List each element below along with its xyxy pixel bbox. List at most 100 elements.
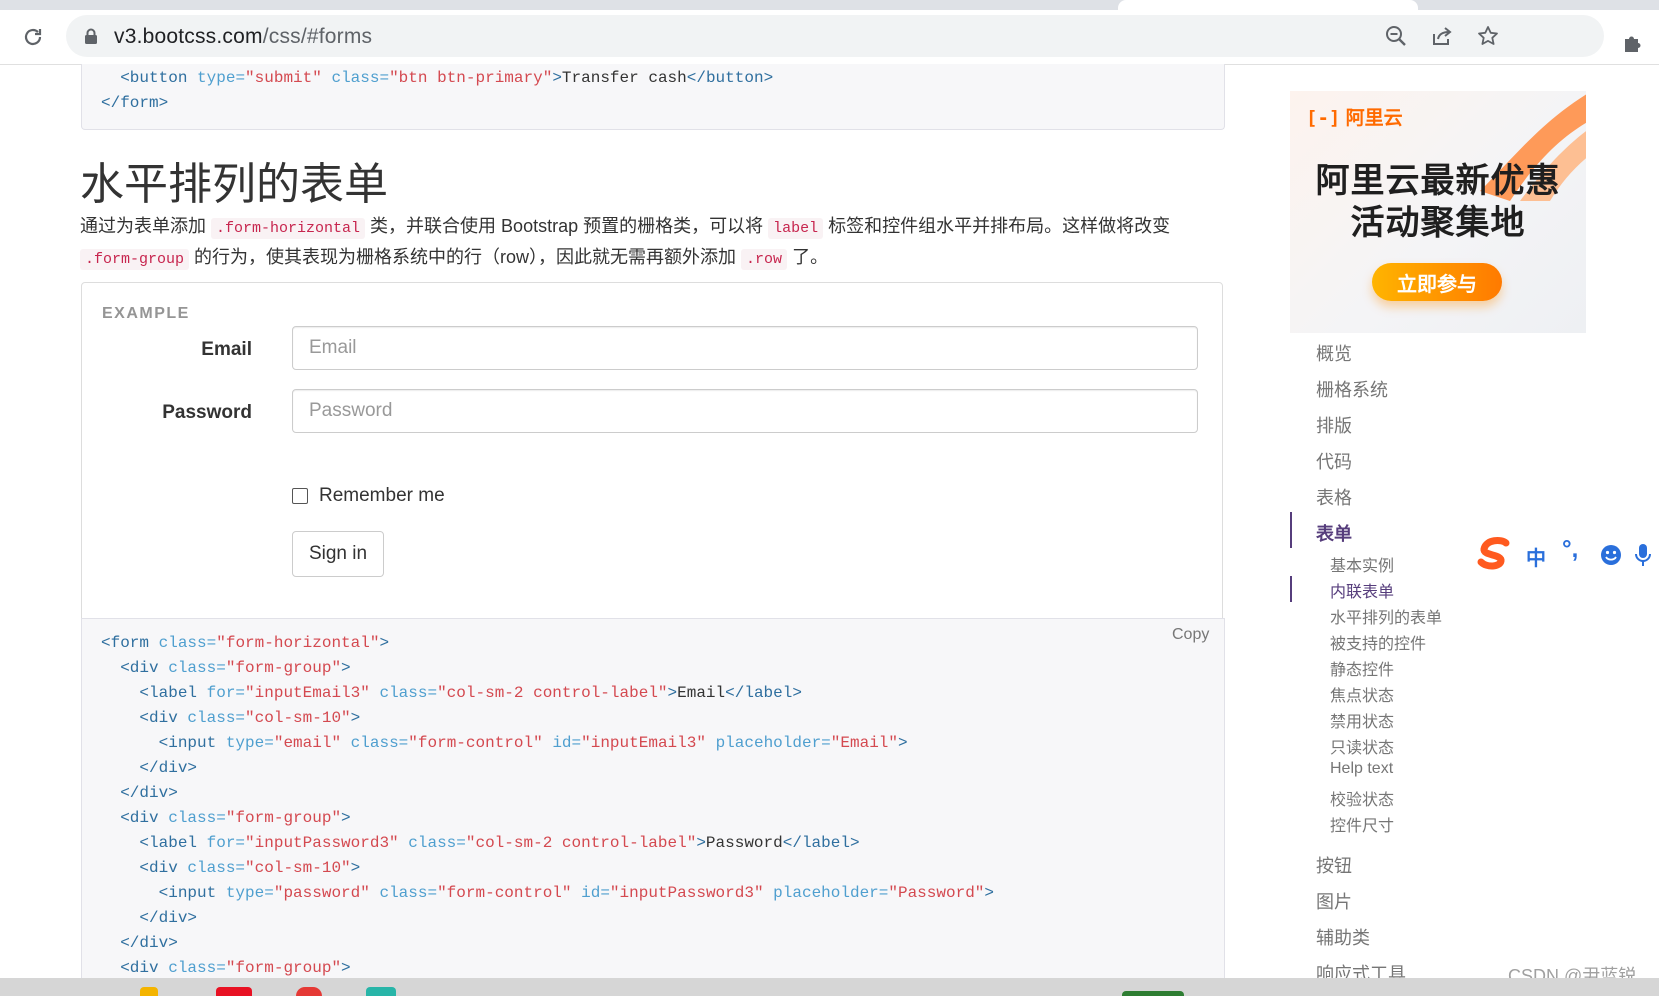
sidenav-subitem[interactable]: 焦点状态 [1330, 682, 1394, 706]
aliyun-logo: [-] 阿里云 [1306, 103, 1403, 130]
sidenav-item[interactable]: 表格 [1316, 484, 1352, 510]
sidenav-item[interactable]: 辅助类 [1316, 924, 1370, 950]
sidenav-subitem[interactable]: 静态控件 [1330, 656, 1394, 680]
extensions-puzzle-icon[interactable] [1622, 32, 1644, 59]
code-token: "col-sm-10" [245, 859, 351, 877]
section-title: 水平排列的表单 [80, 160, 388, 209]
taskbar-app-icon[interactable] [216, 987, 252, 996]
code-token: Password [705, 834, 783, 852]
share-icon[interactable] [1430, 24, 1454, 48]
reload-icon[interactable] [18, 22, 48, 52]
code-token: placeholder= [773, 884, 889, 902]
code-line: <label for="inputEmail3" class="col-sm-2… [101, 684, 802, 702]
sidenav-item[interactable]: 排版 [1316, 412, 1352, 438]
password-input[interactable]: Password [292, 389, 1198, 433]
code-token: class= [379, 884, 438, 902]
sidenav-subitem[interactable]: 只读状态 [1330, 734, 1394, 758]
bookmark-star-icon[interactable] [1476, 24, 1500, 48]
code-token: "col-sm-10" [245, 709, 351, 727]
sidenav-subitem[interactable]: 控件尺寸 [1330, 812, 1394, 836]
lead-text: 类，并联合使用 Bootstrap 预置的栅格类，可以将 [365, 216, 769, 236]
code-token: </div> [139, 909, 198, 927]
code-token: "password" [273, 884, 370, 902]
code-line: <div class="col-sm-10"> [101, 709, 360, 727]
code-token: <label [139, 684, 198, 702]
code-token: "form-group" [225, 809, 342, 827]
code-token: "form-control" [408, 734, 543, 752]
sidenav-item[interactable]: 栅格系统 [1316, 376, 1388, 402]
password-label: Password [162, 402, 252, 423]
ime-punctuation[interactable]: °, [1562, 536, 1578, 564]
code-token: > [667, 684, 678, 702]
sidenav-subitem[interactable]: Help text [1330, 760, 1393, 778]
taskbar-app-icon[interactable] [1122, 991, 1184, 996]
sidenav-item[interactable]: 概览 [1316, 340, 1352, 366]
code-token: </label> [725, 684, 802, 702]
remember-me-checkbox[interactable] [292, 488, 308, 504]
sidenav-subitem[interactable]: 基本实例 [1330, 552, 1394, 576]
lock-icon[interactable] [84, 28, 98, 50]
code-token: > [552, 69, 562, 87]
code-line: </div> [101, 784, 178, 802]
url-host: v3.bootcss.com [114, 25, 263, 48]
sidenav-subitem[interactable]: 校验状态 [1330, 786, 1394, 810]
code-token: > [341, 809, 351, 827]
code-token: "Password" [888, 884, 985, 902]
taskbar-app-icon[interactable] [366, 987, 396, 996]
taskbar-app-icon[interactable] [140, 987, 158, 996]
sidenav-active-indicator [1290, 512, 1292, 548]
code-line: <input type="email" class="form-control"… [101, 734, 908, 752]
ad-title-line2: 活动聚集地 [1350, 204, 1526, 242]
code-token: <button [120, 69, 188, 87]
code-token: "col-sm-2 control-label" [437, 684, 668, 702]
copy-button[interactable]: Copy [1172, 626, 1209, 644]
lead-text: 了。 [787, 247, 829, 267]
url-text[interactable]: v3.bootcss.com/css/#forms [114, 25, 372, 49]
smiley-icon[interactable] [1600, 544, 1622, 571]
sogou-logo-icon[interactable] [1472, 532, 1516, 576]
browser-toolbar: v3.bootcss.com/css/#forms [0, 10, 1659, 65]
active-tab[interactable] [1118, 0, 1418, 10]
inline-code: .row [741, 249, 788, 270]
lead-text: 标签和控件组水平并排布局。这样做将改变 [823, 216, 1171, 236]
microphone-icon[interactable] [1635, 543, 1651, 572]
code-token: > [984, 884, 994, 902]
sidenav-subitem[interactable]: 禁用状态 [1330, 708, 1394, 732]
code-token: class= [187, 709, 246, 727]
code-token: "submit" [245, 69, 322, 87]
code-token: </div> [120, 934, 178, 952]
sidenav-subitem[interactable]: 水平排列的表单 [1330, 604, 1442, 628]
code-token: class= [331, 69, 390, 87]
sidenav-item[interactable]: 代码 [1316, 448, 1352, 474]
code-token: Email [677, 684, 726, 702]
code-line: <div class="form-group"> [101, 809, 351, 827]
sidenav-subitem-active[interactable]: 内联表单 [1330, 578, 1394, 602]
taskbar-app-icon[interactable] [296, 987, 322, 996]
code-token: > [696, 834, 706, 852]
code-token: class= [379, 684, 438, 702]
email-input[interactable]: Email [292, 326, 1198, 370]
ime-toolbar[interactable]: 中 °, [1470, 530, 1659, 578]
sign-in-button[interactable]: Sign in [292, 531, 384, 577]
code-token: </button> [686, 69, 774, 87]
previous-code-block: <button type="submit" class="btn btn-pri… [81, 64, 1225, 130]
sidenav-item[interactable]: 按钮 [1316, 852, 1352, 878]
remember-me-row[interactable]: Remember me [292, 485, 445, 507]
zoom-icon[interactable] [1384, 24, 1408, 48]
code-token: "form-control" [437, 884, 572, 902]
sidenav-item-active[interactable]: 表单 [1316, 520, 1352, 546]
address-bar[interactable]: v3.bootcss.com/css/#forms [66, 15, 1604, 57]
code-token: "Email" [830, 734, 898, 752]
code-highlight: <form class="form-horizontal"> <div clas… [81, 618, 1225, 979]
ad-join-button[interactable]: 立即参与 [1372, 263, 1502, 301]
code-token: <input [158, 734, 217, 752]
ime-mode[interactable]: 中 [1526, 542, 1546, 571]
code-token: > [379, 634, 390, 652]
aliyun-ad-banner[interactable]: [-] 阿里云 阿里云最新优惠 活动聚集地 立即参与 [1290, 91, 1586, 333]
sidenav-item[interactable]: 图片 [1316, 888, 1352, 914]
sidenav-subitem[interactable]: 被支持的控件 [1330, 630, 1426, 654]
